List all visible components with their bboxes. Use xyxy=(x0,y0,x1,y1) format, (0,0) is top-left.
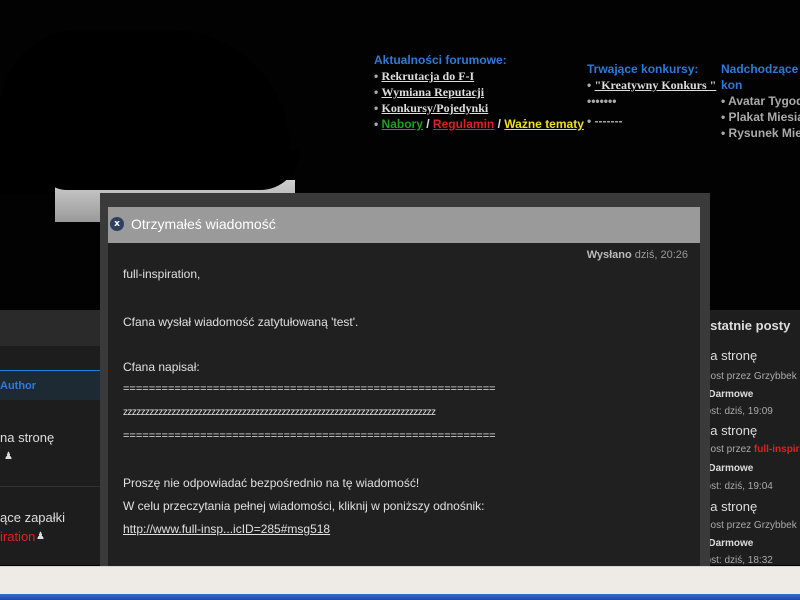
message-content: zzzzzzzzzzzzzzzzzzzzzzzzzzzzzzzzzzzzzzzz… xyxy=(123,407,436,418)
news-link-contests[interactable]: Konkursy/Pojedynki xyxy=(382,101,489,115)
forum-news-box: Aktualności forumowe: • Rekrutacja do F-… xyxy=(374,53,584,131)
recent-post-topic[interactable]: na stronę xyxy=(703,423,757,438)
message-separator-2: ========================================… xyxy=(123,430,496,442)
contest-placeholder: ••••••• xyxy=(587,94,617,108)
sent-timestamp: Wysłano dziś, 20:26 xyxy=(586,249,688,261)
upcoming-title: Nadchodzące kon xyxy=(721,62,799,92)
news-title: Aktualności forumowe: xyxy=(374,53,507,67)
user-icon-2: ♟ xyxy=(36,531,45,542)
recent-post-time: post: dziś, 18:32 xyxy=(700,555,773,566)
close-icon[interactable]: x xyxy=(110,217,124,231)
upcoming-item-drawing[interactable]: Rysunek Miesi xyxy=(729,126,800,140)
message-summary: Cfana wysłał wiadomość zatytułowaną 'tes… xyxy=(123,315,359,329)
news-link-important[interactable]: Ważne tematy xyxy=(504,117,584,131)
author-column-label: Author xyxy=(0,380,37,392)
recent-post-user[interactable]: Grzybbek xyxy=(754,520,797,531)
recent-post-time: post: dziś, 19:04 xyxy=(700,481,773,492)
recent-post-topic[interactable]: na stronę xyxy=(703,499,757,514)
user-icon: ♟ xyxy=(4,451,13,462)
upcoming-item-poster[interactable]: Plakat Miesiąc xyxy=(729,110,800,124)
message-separator: ========================================… xyxy=(123,383,496,395)
topic-author-link[interactable]: iration xyxy=(0,529,35,544)
recent-post-forum[interactable]: Darmowe xyxy=(708,463,753,474)
contest-link[interactable]: "Kreatywny Konkurs " xyxy=(595,78,717,92)
news-link-rules[interactable]: Regulamin xyxy=(433,117,494,131)
dialog-body xyxy=(108,243,700,568)
recent-post-user[interactable]: full-inspiratio xyxy=(754,444,800,455)
news-link-reputation[interactable]: Wymiana Reputacji xyxy=(382,85,485,99)
message-author-line: Cfana napisał: xyxy=(123,360,200,374)
contests-title: Trwające konkursy: xyxy=(587,62,699,76)
message-link[interactable]: http://www.full-insp...icID=285#msg518 xyxy=(123,522,330,536)
contest-placeholder-2: • ------- xyxy=(587,114,623,128)
row-divider xyxy=(0,486,100,487)
message-instruction: W celu przeczytania pełnej wiadomości, k… xyxy=(123,499,485,513)
news-link-recruits[interactable]: Nabory xyxy=(382,117,423,131)
recent-post-topic[interactable]: na stronę xyxy=(703,348,757,363)
header-graphic-shadow xyxy=(40,150,300,190)
recent-post-forum[interactable]: Darmowe xyxy=(708,538,753,549)
recent-post-time: post: dziś, 19:09 xyxy=(700,406,773,417)
dialog-title: Otrzymałeś wiadomość xyxy=(131,216,276,232)
recent-post-user[interactable]: Grzybbek xyxy=(754,371,797,382)
upcoming-item-avatar[interactable]: Avatar Tygodn xyxy=(728,94,800,108)
topic-title-link[interactable]: na stronę xyxy=(0,430,54,445)
topic-title-link-2[interactable]: ące zapałki xyxy=(0,510,65,525)
message-notice: Proszę nie odpowiadać bezpośrednio na tę… xyxy=(123,476,420,490)
recent-posts-title: Ostatnie posty xyxy=(700,318,791,333)
message-greeting: full-inspiration, xyxy=(123,267,201,281)
recent-post-forum[interactable]: Darmowe xyxy=(708,389,753,400)
taskbar xyxy=(0,594,800,600)
topic-list-header xyxy=(0,310,110,346)
news-link-recruitment[interactable]: Rekrutacja do F-I xyxy=(382,69,475,83)
upcoming-box: Nadchodzące kon • Avatar Tygodn • Plakat… xyxy=(721,61,800,141)
contests-box: Trwające konkursy: • "Kreatywny Konkurs … xyxy=(587,62,717,128)
